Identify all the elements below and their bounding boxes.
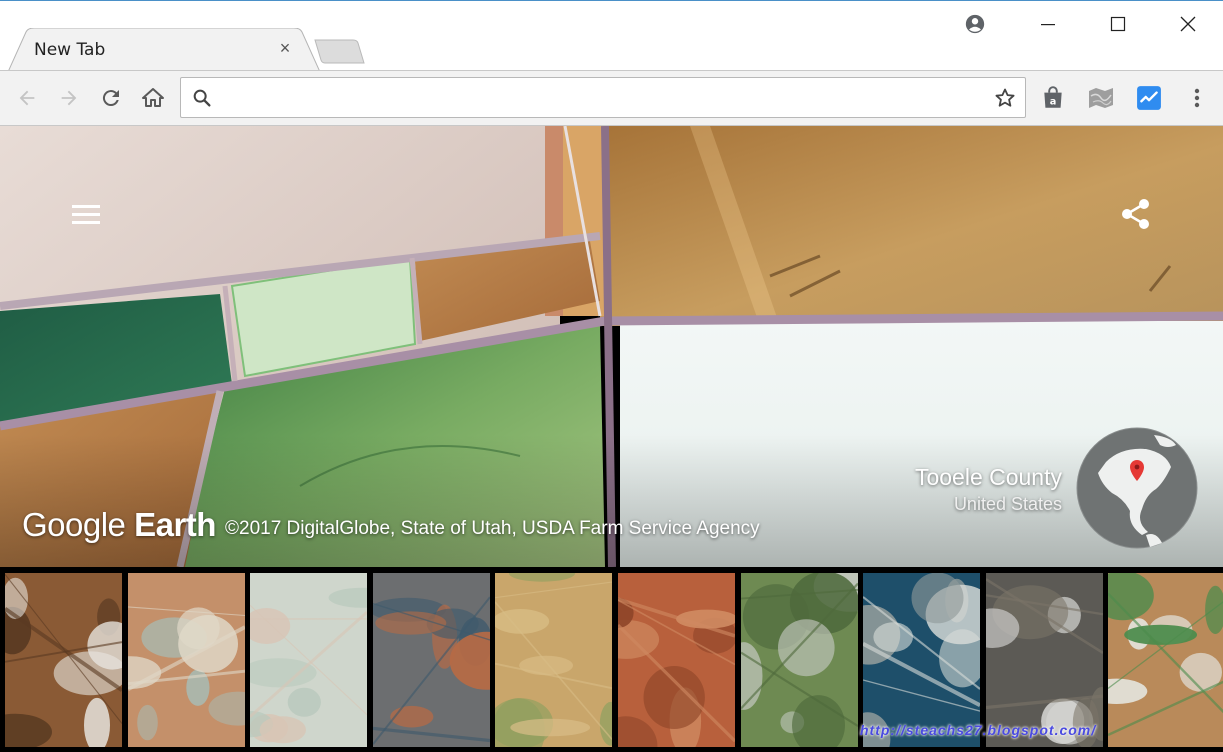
profile-icon <box>965 14 985 34</box>
map-extension-button[interactable] <box>1086 83 1116 113</box>
thumbnail-image <box>986 573 1103 747</box>
checkmark-extension-icon <box>1137 86 1161 110</box>
star-icon[interactable] <box>993 86 1017 110</box>
thumbnail-image <box>5 573 122 747</box>
address-bar[interactable] <box>180 77 1026 118</box>
thumbnail-desert-lake[interactable] <box>128 573 245 747</box>
thumbnail-greenhouses[interactable] <box>741 573 858 747</box>
forward-icon <box>61 90 77 106</box>
share-icon[interactable] <box>1119 197 1153 231</box>
reload-icon <box>102 90 119 107</box>
minimize-icon <box>1041 24 1055 26</box>
back-button[interactable] <box>12 83 42 113</box>
thumbnail-industrial[interactable] <box>373 573 490 747</box>
place-name: Tooele County <box>914 464 1062 490</box>
place-country: United States <box>953 494 1062 514</box>
home-icon <box>142 88 164 107</box>
thumbnail-harbor[interactable] <box>863 573 980 747</box>
reload-button[interactable] <box>96 83 126 113</box>
new-tab-icon <box>314 39 365 64</box>
thumbnail-image <box>1108 573 1223 747</box>
menu-hamburger-icon[interactable] <box>70 202 104 228</box>
search-icon <box>193 89 211 107</box>
map-extension-icon <box>1089 88 1113 108</box>
maximize-button[interactable] <box>1100 7 1136 41</box>
thumbnail-image <box>128 573 245 747</box>
thumbnail-farmland[interactable] <box>495 573 612 747</box>
thumbnail-image <box>495 573 612 747</box>
thumbnail-image <box>250 573 367 747</box>
browser-toolbar: a <box>0 70 1223 126</box>
tab-title: New Tab <box>34 40 106 60</box>
thumbnail-dunes[interactable] <box>5 573 122 747</box>
address-input[interactable] <box>221 84 981 112</box>
location-label[interactable]: Tooele County United States <box>915 464 1062 515</box>
window-close-button[interactable] <box>1170 7 1206 41</box>
google-earth-logo: Google Earth <box>22 506 216 544</box>
checkmark-extension-button[interactable] <box>1134 83 1164 113</box>
image-attribution: ©2017 DigitalGlobe, State of Utah, USDA … <box>225 518 760 539</box>
thumbnail-image <box>618 573 735 747</box>
tab-close-icon[interactable]: × <box>276 39 294 57</box>
more-icon <box>1194 88 1200 108</box>
home-button[interactable] <box>138 83 168 113</box>
minimize-button[interactable] <box>1030 7 1066 41</box>
svg-text:a: a <box>1050 97 1057 108</box>
forward-button[interactable] <box>54 83 84 113</box>
thumbnail-salt-ponds[interactable] <box>250 573 367 747</box>
earth-hero-image: Google Earth ©2017 DigitalGlobe, State o… <box>0 126 1223 567</box>
menu-button[interactable] <box>1182 83 1212 113</box>
logo-text-google: Google <box>22 506 135 543</box>
globe-icon[interactable] <box>1076 427 1198 549</box>
shopping-bag-icon: a <box>1044 86 1062 108</box>
shopping-extension-button[interactable]: a <box>1038 83 1068 113</box>
thumbnail-image <box>863 573 980 747</box>
watermark: http://steachs27.blogspot.com/ <box>860 722 1097 738</box>
close-icon <box>1180 16 1196 32</box>
thumbnail-salt-flats[interactable] <box>1108 573 1223 747</box>
profile-button[interactable] <box>957 7 993 41</box>
back-icon <box>19 90 35 106</box>
thumbnail-image <box>373 573 490 747</box>
maximize-icon <box>1110 16 1126 32</box>
thumbnail-snowy-cliffs[interactable] <box>986 573 1103 747</box>
new-tab-button[interactable] <box>313 39 365 64</box>
logo-text-earth: Earth <box>134 506 216 543</box>
tab-new-tab[interactable]: New Tab × <box>8 28 320 72</box>
thumbnail-red-canyon[interactable] <box>618 573 735 747</box>
browser-titlebar: New Tab × <box>0 0 1223 72</box>
thumbnail-image <box>741 573 858 747</box>
